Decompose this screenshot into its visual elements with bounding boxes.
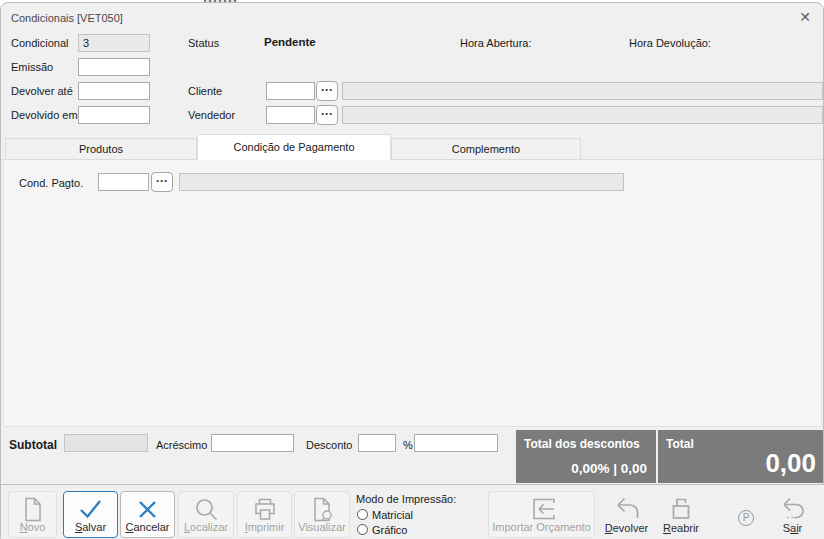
percent-label: % (403, 439, 413, 451)
vendedor-label: Vendedor (188, 109, 235, 121)
cliente-lookup-button[interactable]: ··· (316, 81, 338, 101)
cancelar-label: Cancelar (121, 521, 174, 533)
total-descontos-value: 0,00% | 0,00 (571, 461, 647, 476)
novo-button[interactable]: Novo (8, 491, 57, 538)
imprimir-label: Imprimir (238, 521, 291, 533)
devolver-label: Devolver (598, 522, 655, 534)
salvar-label: Salvar (64, 521, 117, 533)
tab-produtos[interactable]: Produtos (5, 138, 197, 159)
vendedor-lookup-button[interactable]: ··· (316, 105, 338, 125)
desconto-label: Desconto (306, 439, 352, 451)
cond-pagto-input[interactable] (98, 173, 149, 191)
subtotal-label: Subtotal (9, 438, 57, 452)
close-icon[interactable]: ✕ (799, 10, 811, 24)
exit-arrow-icon (765, 495, 820, 521)
sair-label: Sair (765, 522, 820, 534)
devolver-ate-label: Devolver até (11, 85, 73, 97)
cliente-name-field (342, 82, 823, 100)
printer-icon (238, 496, 291, 522)
acrescimo-label: Acréscimo (156, 439, 207, 451)
importar-orcamento-button[interactable]: Importar Orçamento (488, 491, 595, 538)
condicionais-window: Condicionais [VET050] ✕ Condicional 3 St… (0, 0, 824, 539)
p-badge-icon[interactable]: P (738, 510, 754, 526)
vendedor-code-input[interactable] (266, 106, 315, 124)
status-value: Pendente (264, 36, 316, 48)
hora-devolucao-label: Hora Devolução: (629, 37, 711, 49)
open-lock-icon (657, 495, 705, 521)
status-label: Status (188, 37, 219, 49)
reabrir-button[interactable]: Reabrir (657, 491, 705, 538)
cliente-code-input[interactable] (266, 82, 315, 100)
cond-pagto-lookup-button[interactable]: ··· (151, 172, 173, 192)
cliente-label: Cliente (188, 85, 222, 97)
hora-abertura-label: Hora Abertura: (460, 37, 532, 49)
vendedor-name-field (342, 106, 823, 124)
toolbar: Novo Salvar Cancelar Localizar (1, 484, 824, 539)
matricial-label: Matricial (372, 509, 413, 521)
subtotal-field (64, 434, 148, 452)
cond-pagto-description-field (179, 173, 624, 191)
total-value: 0,00 (765, 448, 816, 479)
total-label: Total (666, 437, 694, 451)
emissao-label: Emissão (11, 61, 53, 73)
print-preview-icon (295, 496, 349, 522)
devolvido-em-label: Devolvido em (11, 109, 78, 121)
modo-impressao-label: Modo de Impressão: (356, 493, 456, 505)
window-title: Condicionais [VET050] (11, 12, 123, 24)
new-document-icon (9, 496, 56, 522)
acrescimo-input[interactable] (211, 434, 294, 452)
total-descontos-label: Total dos descontos (524, 437, 640, 451)
sair-button[interactable]: Sair (765, 491, 820, 538)
desconto-value-input[interactable] (414, 434, 498, 452)
grafico-label: Gráfico (372, 524, 407, 536)
cond-pagto-label: Cond. Pagto. (19, 177, 83, 189)
emissao-input[interactable] (78, 58, 150, 76)
novo-label: Novo (9, 521, 56, 533)
desconto-input[interactable] (358, 434, 396, 452)
x-icon (121, 496, 174, 522)
localizar-label: Localizar (179, 521, 233, 533)
devolver-ate-input[interactable] (78, 82, 150, 100)
dialog: Condicionais [VET050] ✕ Condicional 3 St… (0, 2, 824, 539)
condicional-label: Condicional (11, 37, 68, 49)
undo-arrow-icon (598, 495, 655, 521)
localizar-button[interactable]: Localizar (178, 491, 234, 538)
cancelar-button[interactable]: Cancelar (120, 491, 175, 538)
total-descontos-box: Total dos descontos 0,00% | 0,00 (516, 430, 656, 483)
visualizar-button[interactable]: Visualizar (294, 491, 350, 538)
tab-condicao-pagamento[interactable]: Condição de Pagamento (197, 134, 391, 160)
visualizar-label: Visualizar (295, 521, 349, 533)
check-icon (64, 496, 117, 522)
matricial-radio[interactable] (357, 509, 368, 520)
tab-complemento[interactable]: Complemento (391, 138, 581, 159)
devolver-button[interactable]: Devolver (598, 491, 655, 538)
grafico-radio[interactable] (357, 524, 368, 535)
imprimir-button[interactable]: Imprimir (237, 491, 292, 538)
importar-orcamento-label: Importar Orçamento (489, 521, 594, 533)
salvar-button[interactable]: Salvar (63, 491, 118, 538)
total-box: Total 0,00 (658, 430, 823, 483)
devolvido-em-input[interactable] (78, 106, 150, 124)
import-icon (489, 496, 594, 522)
search-icon (179, 496, 233, 522)
reabrir-label: Reabrir (657, 522, 705, 534)
payment-tab-panel (3, 160, 822, 427)
condicional-field: 3 (78, 34, 150, 52)
